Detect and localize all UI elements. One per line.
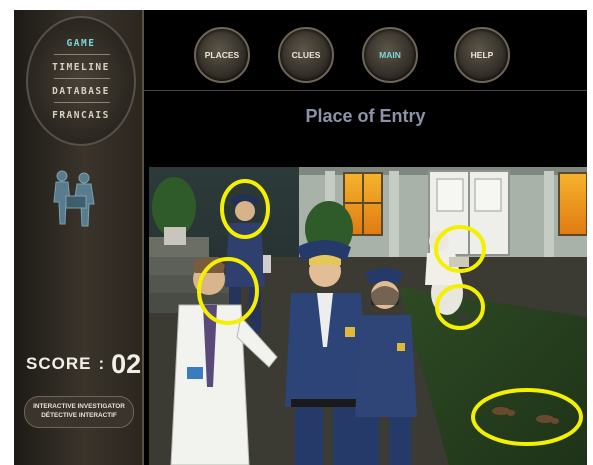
brand-badge[interactable]: INTERACTIVE INVESTIGATOR DÉTECTIVE INTER…: [24, 396, 134, 428]
menu-item-timeline[interactable]: TIMELINE: [28, 62, 134, 73]
header-divider: [144, 90, 587, 91]
brand-line-english: INTERACTIVE INVESTIGATOR: [33, 403, 125, 411]
main-menu: GAME TIMELINE DATABASE FRANCAIS: [26, 16, 136, 146]
game-window: GAME TIMELINE DATABASE FRANCAIS SCORE : …: [14, 10, 587, 465]
menu-item-game[interactable]: GAME: [28, 38, 134, 49]
main-button[interactable]: MAIN: [362, 27, 418, 83]
sidebar-divider: [142, 10, 144, 465]
help-button[interactable]: HELP: [454, 27, 510, 83]
brand-line-french: DÉTECTIVE INTERACTIF: [41, 412, 117, 419]
menu-item-database[interactable]: DATABASE: [28, 86, 134, 97]
investigator-figures-icon: [53, 170, 95, 227]
clues-button[interactable]: CLUES: [278, 27, 334, 83]
page-title: Place of Entry: [305, 106, 426, 126]
menu-item-francais[interactable]: FRANCAIS: [28, 110, 134, 121]
score-label: SCORE: [26, 354, 92, 373]
menu-divider: [54, 78, 110, 79]
menu-divider: [54, 102, 110, 103]
menu-divider: [54, 54, 110, 55]
places-button[interactable]: PLACES: [194, 27, 250, 83]
score-separator: :: [98, 354, 105, 373]
sidebar: GAME TIMELINE DATABASE FRANCAIS SCORE : …: [14, 10, 142, 465]
score-display: SCORE : 02: [26, 346, 142, 382]
score-value: 02: [111, 348, 142, 379]
crime-scene: [149, 167, 587, 465]
